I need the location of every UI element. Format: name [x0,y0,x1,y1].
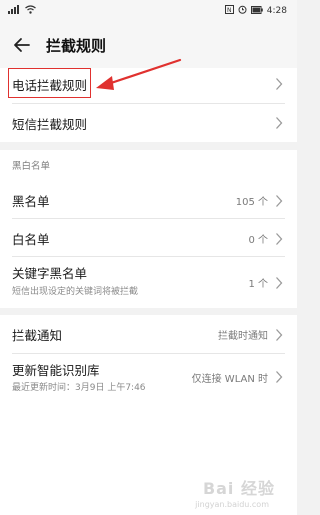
chevron-right-icon [275,115,283,129]
status-right: N 4:28 [224,5,287,17]
alarm-icon [238,5,247,17]
wifi-icon [25,5,36,17]
chevron-right-icon [275,275,283,289]
chevron-right-icon [275,76,283,90]
update-library-value: 仅连接 WLAN 时 [191,374,268,385]
keyword-blacklist-subtitle: 短信出现设定的关键词将被拦截 [12,287,139,297]
keyword-blacklist-label: 关键字黑名单 [12,266,88,281]
blacklist-card: 黑白名单 黑名单 105 个 白名单 0 个 关键字黑名单 短信出现设定的关键词… [0,150,297,308]
update-library-item[interactable]: 更新智能识别库 最近更新时间：3月9日 上午7:46 仅连接 WLAN 时 [0,354,297,400]
status-time: 4:28 [266,6,287,16]
sms-block-rules-item[interactable]: 短信拦截规则 [0,106,297,140]
keyword-blacklist-count: 1 个 [248,279,268,290]
chevron-right-icon [275,231,283,245]
blacklist-item[interactable]: 黑名单 105 个 [0,182,297,218]
section-header: 黑白名单 [12,161,51,172]
app-bar: 拦截规则 [0,22,297,68]
battery-icon [250,5,263,17]
divider [12,103,285,104]
block-notification-item[interactable]: 拦截通知 拦截时通知 [0,315,297,351]
watermark-logo: Bai 经验 [202,479,275,498]
keyword-blacklist-item[interactable]: 关键字黑名单 短信出现设定的关键词将被拦截 1 个 [0,257,297,307]
annotation-highlight-box [8,68,91,98]
blacklist-count: 105 个 [235,197,268,208]
blacklist-label: 黑名单 [12,194,50,209]
block-notification-value: 拦截时通知 [218,331,268,342]
signal-icon [8,5,22,17]
sms-block-rules-label: 短信拦截规则 [12,117,88,132]
whitelist-count: 0 个 [248,235,268,246]
whitelist-label: 白名单 [12,232,50,247]
chevron-right-icon [275,327,283,341]
status-bar: N 4:28 [0,0,297,22]
update-library-subtitle: 最近更新时间：3月9日 上午7:46 [12,383,146,393]
back-arrow-icon[interactable] [12,35,32,55]
chevron-right-icon [275,193,283,207]
svg-text:N: N [227,7,232,14]
page-title: 拦截规则 [46,37,107,55]
update-library-label: 更新智能识别库 [12,363,100,378]
status-left [8,5,36,17]
settings-card: 拦截通知 拦截时通知 更新智能识别库 最近更新时间：3月9日 上午7:46 仅连… [0,315,297,515]
whitelist-item[interactable]: 白名单 0 个 [0,219,297,255]
nfc-icon: N [224,5,234,17]
watermark-url: jingyan.baidu.com [195,500,269,509]
block-notification-label: 拦截通知 [12,328,63,343]
chevron-right-icon [275,369,283,383]
